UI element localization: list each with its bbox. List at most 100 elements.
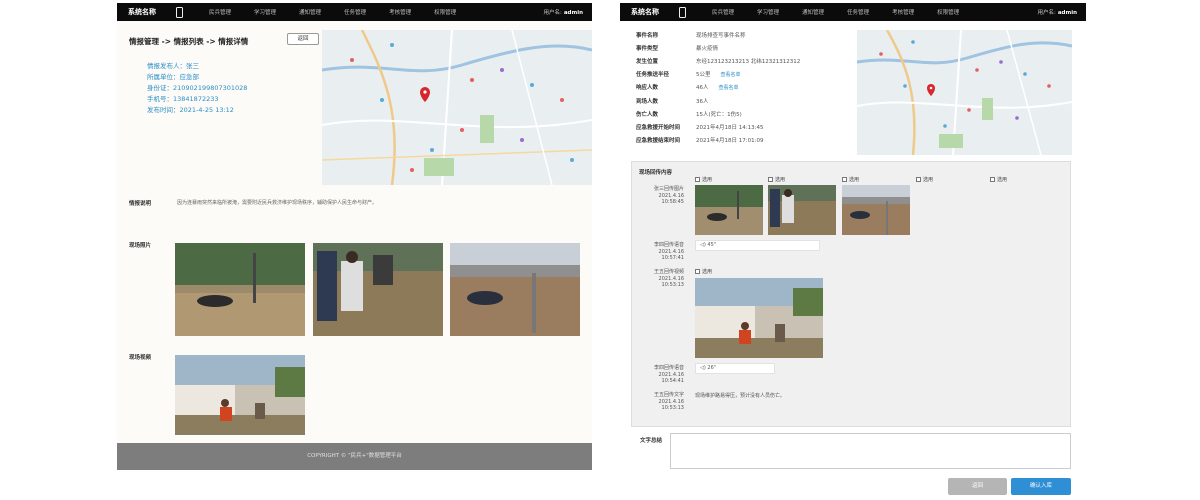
location-map[interactable]: [857, 30, 1072, 155]
scene-photo[interactable]: [313, 243, 443, 336]
nav-item-militia[interactable]: 民兵管理: [712, 8, 734, 16]
top-nav-bar: 系统名称 民兵管理 学习管理 通知管理 任务管理 考核管理 权限管理 用户名: a…: [117, 3, 592, 21]
summary-textarea[interactable]: [670, 433, 1071, 469]
system-name: 系统名称: [128, 8, 156, 16]
location-map[interactable]: [322, 30, 592, 185]
entry-meta: 张三回传图片 2021.4.16 10:58:45: [636, 186, 684, 206]
map-graphic: [322, 30, 592, 185]
video-label: 现场视频: [129, 355, 152, 361]
info-key: 到场人数: [636, 98, 659, 105]
return-photo[interactable]: [768, 185, 836, 235]
nav-item-task[interactable]: 任务管理: [344, 8, 366, 16]
entry-meta: 王五回传文字 2021.4.16 10:53:13: [636, 392, 684, 412]
intel-detail-panel: 系统名称 民兵管理 学习管理 通知管理 任务管理 考核管理 权限管理 用户名: a…: [117, 3, 592, 470]
audio-player[interactable]: ◁) 26": [695, 363, 775, 374]
audio-player[interactable]: ◁) 45": [695, 240, 820, 251]
use-checkbox[interactable]: 选用: [768, 176, 785, 183]
use-label: 选用: [849, 177, 860, 183]
mobile-icon[interactable]: [679, 6, 686, 18]
entry-time: 10:57:41: [661, 255, 684, 261]
nav-item-assess[interactable]: 考核管理: [892, 8, 914, 16]
use-label: 选用: [702, 269, 713, 275]
info-value: 15人(死亡：1伤5): [696, 111, 742, 118]
content-title: 现场回传内容: [639, 170, 673, 176]
nav-item-notice[interactable]: 通知管理: [802, 8, 824, 16]
use-checkbox[interactable]: 选用: [990, 176, 1007, 183]
desc-label: 情报说明: [129, 201, 152, 207]
info-key: 事件类型: [636, 45, 659, 52]
main-nav: 民兵管理 学习管理 通知管理 任务管理 考核管理 权限管理: [712, 8, 982, 16]
view-list-link[interactable]: 查看名单: [719, 84, 739, 91]
nav-item-permission[interactable]: 权限管理: [937, 8, 959, 16]
info-row: 响应人数 46人 查看名单: [636, 81, 800, 94]
reporter-info: 情报发布人：张三 所属单位：应急部 身份证：210902199807301028…: [147, 61, 247, 116]
use-checkbox[interactable]: 选用: [695, 176, 712, 183]
info-key: 响应人数: [636, 85, 659, 92]
entry-meta: 王五回传视频 2021.4.16 10:53:13: [636, 269, 684, 289]
info-value: 暴火疫情: [696, 45, 719, 52]
user-name: admin: [1057, 10, 1077, 16]
confirm-store-button[interactable]: 确认入库: [1011, 478, 1071, 495]
breadcrumb: 情报管理 -> 情报列表 -> 情报详情: [129, 37, 249, 46]
scene-video[interactable]: [175, 355, 305, 435]
use-checkbox[interactable]: 选用: [842, 176, 859, 183]
audio-duration: 45": [707, 242, 717, 248]
info-row: 应急救援结束时间 2021年4月18日 17:01:09: [636, 134, 800, 147]
entry-meta: 李四回传语音 2021.4.16 10:54:41: [636, 365, 684, 385]
top-nav-bar: 系统名称 民兵管理 学习管理 通知管理 任务管理 考核管理 权限管理 用户名: a…: [620, 3, 1086, 21]
user-name: admin: [563, 10, 583, 16]
nav-item-assess[interactable]: 考核管理: [389, 8, 411, 16]
use-label: 选用: [702, 177, 713, 183]
desc-text: 因为连暴雨突然来临所被淹，需要附近民兵救济维护现场秩序，辅助保护人民生命与财产。: [177, 200, 378, 206]
checkbox-icon: [768, 177, 773, 182]
speaker-icon: ◁): [700, 242, 706, 248]
return-photo[interactable]: [695, 185, 763, 235]
text-report: 现场维护路易得压，预计没有人员伤亡。: [695, 393, 786, 399]
entry-time: 10:58:45: [661, 199, 684, 205]
checkbox-icon: [916, 177, 921, 182]
scene-photo[interactable]: [175, 243, 305, 336]
photos-label: 现场照片: [129, 243, 152, 249]
summary-label: 文字总结: [640, 438, 663, 444]
info-value: 东经123123213213 北纬12321312312: [696, 58, 801, 65]
view-list-link[interactable]: 查看名单: [721, 71, 741, 78]
use-checkbox[interactable]: 选用: [695, 268, 712, 275]
back-button[interactable]: 返回: [287, 33, 319, 45]
use-checkbox[interactable]: 选用: [916, 176, 933, 183]
info-key: 任务推送半径: [636, 72, 670, 79]
info-row: 任务推送半径 5公里 查看名单: [636, 68, 800, 81]
info-row: 到场人数 36人: [636, 94, 800, 107]
entry-time: 10:53:13: [661, 405, 684, 411]
nav-item-task[interactable]: 任务管理: [847, 8, 869, 16]
checkbox-icon: [990, 177, 995, 182]
nav-item-militia[interactable]: 民兵管理: [209, 8, 231, 16]
map-graphic: [857, 30, 1072, 155]
use-label: 选用: [775, 177, 786, 183]
scene-photo[interactable]: [450, 243, 580, 336]
reporter-name: 情报发布人：张三: [147, 62, 199, 70]
user-info[interactable]: 用户名: admin: [543, 8, 583, 16]
nav-item-notice[interactable]: 通知管理: [299, 8, 321, 16]
publish-time: 发布时间：2021-4-25 13:12: [147, 106, 234, 114]
page-footer: COPYRIGHT © "民兵+"数据管理平台: [117, 443, 592, 470]
user-info[interactable]: 用户名: admin: [1037, 8, 1077, 16]
return-video[interactable]: [695, 278, 823, 358]
info-value: 2021年4月18日 14:13:45: [696, 124, 764, 131]
speaker-icon: ◁): [700, 365, 706, 371]
nav-item-study[interactable]: 学习管理: [757, 8, 779, 16]
back-button[interactable]: 返回: [948, 478, 1007, 495]
entry-meta: 李四回传语音 2021.4.16 10:57:41: [636, 242, 684, 262]
return-photo[interactable]: [842, 185, 910, 235]
reporter-phone: 手机号：13841872233: [147, 95, 219, 103]
mobile-icon[interactable]: [176, 6, 183, 18]
nav-item-study[interactable]: 学习管理: [254, 8, 276, 16]
info-value: 36人: [696, 98, 709, 105]
info-value: 46人: [696, 85, 709, 92]
event-detail-panel: 系统名称 民兵管理 学习管理 通知管理 任务管理 考核管理 权限管理 用户名: a…: [620, 3, 1086, 496]
info-key: 伤亡人数: [636, 111, 659, 118]
checkbox-icon: [695, 177, 700, 182]
checkbox-icon: [842, 177, 847, 182]
info-row: 应急救援开始时间 2021年4月18日 14:13:45: [636, 120, 800, 133]
info-value: 2021年4月18日 17:01:09: [696, 138, 764, 145]
nav-item-permission[interactable]: 权限管理: [434, 8, 456, 16]
